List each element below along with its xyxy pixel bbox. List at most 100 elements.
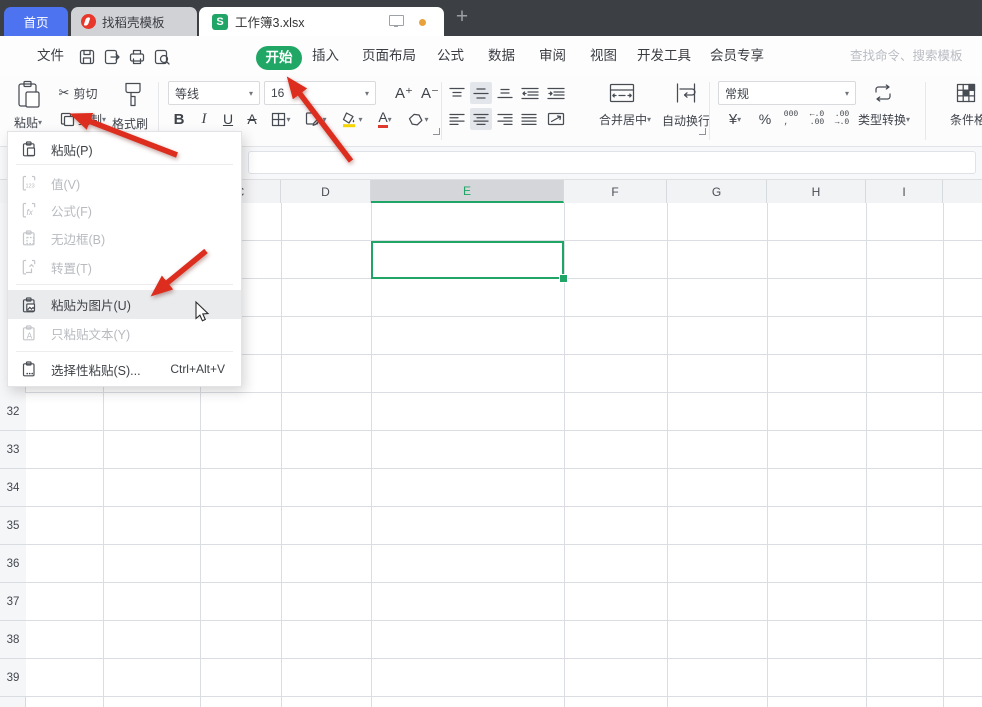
cut-button[interactable]: ✂ 剪切 [52, 83, 104, 103]
align-top-button[interactable] [446, 82, 468, 104]
paste-dropdown[interactable]: 粘贴 ▾ [4, 113, 52, 131]
row-header-32[interactable]: 32 [0, 393, 26, 431]
new-tab-button[interactable]: + [450, 6, 474, 30]
column-header-h[interactable]: H [767, 180, 866, 203]
fill-color-button[interactable]: ▾ [336, 107, 368, 131]
menu-item-shortcut: Ctrl+Alt+V [170, 362, 225, 376]
menu-item-text-only[interactable]: A 只粘贴文本(Y) [8, 321, 241, 345]
align-center-button[interactable] [470, 108, 492, 130]
borders-button[interactable]: ▾ [266, 107, 296, 131]
ribbon-tab-insert[interactable]: 插入 [312, 46, 339, 66]
menu-item-paste[interactable]: 粘贴(P) [8, 137, 241, 161]
tab-docer-templates[interactable]: 找稻壳模板 [71, 7, 197, 36]
row-header-39[interactable]: 39 [0, 659, 26, 697]
group-expand-icon[interactable] [433, 128, 440, 135]
paste-dropdown-menu: 粘贴(P) 123 值(V) fx 公式(F) 无边框(B) 转置(T) 粘贴为… [7, 131, 242, 387]
menu-item-formulas[interactable]: fx 公式(F) [8, 198, 241, 222]
underline-button[interactable]: U [218, 107, 238, 131]
dropdown-arrow-icon: ▾ [647, 115, 651, 124]
paste-button[interactable] [10, 79, 48, 111]
increase-font-button[interactable]: A⁺ [392, 81, 416, 105]
merge-center-button[interactable]: 合并居中 ▾ [596, 110, 654, 128]
conditional-format-button[interactable]: 条件格式 [944, 110, 982, 128]
command-search-input[interactable]: 查找命令、搜索模板 [850, 46, 963, 66]
decrease-decimal-button[interactable]: ←.0.00 [805, 107, 829, 131]
formula-input[interactable] [248, 151, 976, 174]
format-painter-button[interactable] [118, 80, 148, 110]
copy-label: 复制 [78, 111, 102, 128]
align-right-button[interactable] [494, 108, 516, 130]
strikethrough-button[interactable]: A [242, 107, 262, 131]
row-header-38[interactable]: 38 [0, 621, 26, 659]
align-bottom-button[interactable] [494, 82, 516, 104]
type-convert-button[interactable]: 类型转换 ▾ [852, 110, 916, 128]
increase-decimal-button[interactable]: .00→.0 [830, 107, 854, 131]
export-icon[interactable] [103, 48, 121, 66]
align-left-button[interactable] [446, 108, 468, 130]
tab-home[interactable]: 首页 [4, 7, 68, 36]
selected-cell-outline[interactable] [371, 241, 564, 279]
tab-home-label: 首页 [23, 12, 48, 31]
column-header-e-selected[interactable]: E [371, 180, 564, 203]
ribbon-tab-review[interactable]: 审阅 [539, 46, 566, 66]
justify-button[interactable] [518, 108, 540, 130]
menu-item-no-border[interactable]: 无边框(B) [8, 226, 241, 250]
row-header-36[interactable]: 36 [0, 545, 26, 583]
column-header-j-partial[interactable] [943, 180, 982, 203]
column-header-i[interactable]: I [866, 180, 943, 203]
save-icon[interactable] [78, 48, 96, 66]
print-icon[interactable] [128, 48, 146, 66]
increase-indent-button[interactable] [544, 82, 568, 104]
ribbon-tab-view[interactable]: 视图 [590, 46, 617, 66]
row-header-35[interactable]: 35 [0, 507, 26, 545]
clear-format-button[interactable]: ▾ [402, 107, 434, 131]
draw-border-button[interactable]: ▾ [300, 107, 332, 131]
row-header-37[interactable]: 37 [0, 583, 26, 621]
column-header-f[interactable]: F [564, 180, 667, 203]
menu-file[interactable]: 文件 [37, 46, 64, 66]
decrease-font-button[interactable]: A⁻ [418, 81, 442, 105]
fill-handle[interactable] [559, 274, 568, 283]
menu-item-label: 值(V) [51, 174, 80, 193]
align-bottom-icon [497, 87, 513, 100]
decrease-indent-button[interactable] [518, 82, 542, 104]
font-name-select[interactable]: 等线 ▾ [168, 81, 260, 105]
presentation-mode-icon[interactable] [389, 15, 404, 26]
format-painter-label[interactable]: 格式刷 [112, 115, 148, 132]
text-orientation-button[interactable] [544, 108, 568, 130]
ribbon-tab-formulas[interactable]: 公式 [437, 46, 464, 66]
ribbon-tab-page-layout[interactable]: 页面布局 [362, 46, 416, 66]
menu-divider [16, 164, 233, 165]
row-header-34[interactable]: 34 [0, 469, 26, 507]
wrap-text-button[interactable]: 自动换行 [662, 112, 710, 129]
font-size-select[interactable]: 16 ▾ [264, 81, 376, 105]
number-format-select[interactable]: 常规 ▾ [718, 81, 856, 105]
print-preview-icon[interactable] [153, 48, 171, 66]
align-middle-button[interactable] [470, 82, 492, 104]
thousands-separator-button[interactable]: 000, [779, 107, 803, 131]
font-color-button[interactable]: A ▾ [370, 107, 400, 131]
bold-button[interactable]: B [168, 107, 190, 131]
borders-icon [271, 112, 286, 127]
menu-item-paste-special[interactable]: 选择性粘贴(S)... Ctrl+Alt+V [8, 357, 241, 381]
type-convert-icon [868, 80, 898, 106]
currency-button[interactable]: ¥ ▾ [720, 107, 750, 131]
italic-button[interactable]: I [194, 107, 214, 131]
group-expand-icon[interactable] [699, 128, 706, 135]
menu-item-values[interactable]: 123 值(V) [8, 171, 241, 195]
ribbon-tab-data[interactable]: 数据 [488, 46, 515, 66]
copy-button[interactable]: 复制 ▾ [52, 109, 114, 129]
percent-button[interactable]: % [754, 107, 776, 131]
row-header-33[interactable]: 33 [0, 431, 26, 469]
menu-item-paste-as-picture[interactable]: 粘贴为图片(U) [8, 290, 241, 319]
dropdown-arrow-icon: ▾ [249, 89, 253, 98]
tab-workbook[interactable]: S 工作簿3.xlsx [199, 7, 444, 36]
window-tab-bar: 首页 找稻壳模板 S 工作簿3.xlsx + [0, 0, 982, 36]
column-header-d[interactable]: D [281, 180, 371, 203]
column-header-g[interactable]: G [667, 180, 767, 203]
ribbon-tab-devtools[interactable]: 开发工具 [637, 46, 691, 66]
ribbon-tab-home-active[interactable]: 开始 [256, 46, 302, 70]
menu-item-transpose[interactable]: 转置(T) [8, 255, 241, 279]
type-convert-label: 类型转换 [858, 111, 906, 128]
ribbon-tab-membership[interactable]: 会员专享 [710, 46, 764, 66]
